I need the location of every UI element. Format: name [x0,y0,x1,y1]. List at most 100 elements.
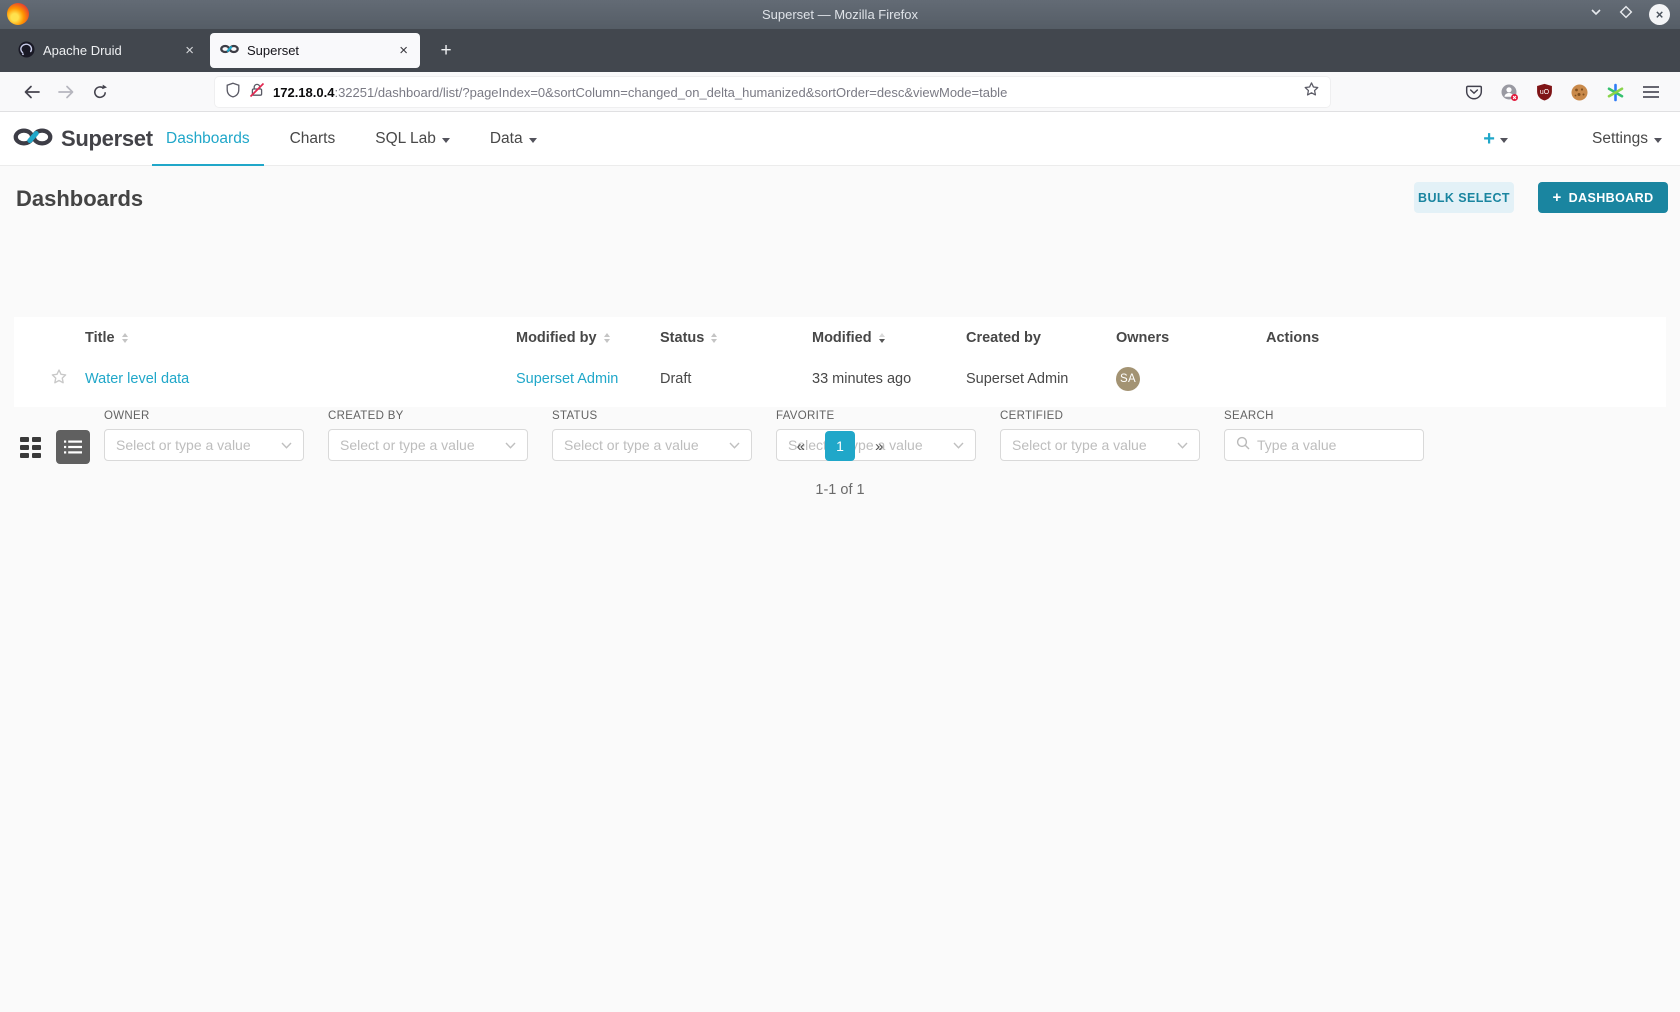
sort-desc-icon [879,333,885,343]
pagination: « 1 » [0,431,1680,461]
favorite-star-icon[interactable] [50,368,68,390]
table-row: Water level data Superset Admin Draft 33… [14,358,1666,400]
tab-label: Apache Druid [43,43,175,58]
caret-down-icon [1500,138,1508,143]
bulk-select-button[interactable]: BULK SELECT [1414,182,1514,213]
column-label: Owners [1116,330,1169,346]
column-header-status[interactable]: Status [660,330,812,346]
main-nav: Dashboards Charts SQL Lab Data [140,112,551,166]
tab-label: Superset [247,43,389,58]
filter-label: CERTIFIED [1000,410,1200,422]
tab-superset[interactable]: Superset × [210,33,420,68]
sort-icon [604,333,610,343]
tab-close-icon[interactable]: × [397,42,410,59]
nav-label: Charts [290,130,336,148]
column-header-actions: Actions [1266,330,1666,346]
lock-strikethrough-icon[interactable] [249,82,265,103]
filter-label: SEARCH [1224,410,1424,422]
ublock-icon[interactable]: uO [1536,83,1553,101]
nav-label: SQL Lab [375,130,436,148]
new-dashboard-button[interactable]: + DASHBOARD [1538,182,1668,213]
column-header-owners: Owners [1116,330,1266,346]
pocket-icon[interactable] [1465,83,1483,101]
column-header-created-by: Created by [966,330,1116,346]
window-title: Superset — Mozilla Firefox [0,0,1680,29]
dashboards-page: Dashboards BULK SELECT + DASHBOARD OWNER… [0,166,1680,1012]
column-label: Modified by [516,330,597,346]
nav-label: Data [490,130,523,148]
extension-asterisk-icon[interactable] [1606,83,1625,102]
window-titlebar: Superset — Mozilla Firefox × [0,0,1680,29]
column-header-modified-by[interactable]: Modified by [516,330,660,346]
page-1-button[interactable]: 1 [825,431,855,461]
shield-icon[interactable] [225,82,241,103]
nav-item-dashboards[interactable]: Dashboards [152,112,264,166]
modified-value: 33 minutes ago [812,371,966,387]
column-header-title[interactable]: Title [85,330,516,346]
plus-icon: + [1483,128,1495,151]
new-tab-button[interactable]: + [432,37,460,65]
url-path: :32251/dashboard/list/?pageIndex=0&sortC… [334,85,1007,100]
pagination-summary: 1-1 of 1 [0,482,1680,498]
reload-icon[interactable] [88,80,112,104]
owner-avatar[interactable]: SA [1116,367,1140,391]
url-text[interactable]: 172.18.0.4:32251/dashboard/list/?pageInd… [273,85,1295,100]
bookmark-star-icon[interactable] [1303,81,1320,103]
sort-icon [711,333,717,343]
status-value: Draft [660,371,812,387]
url-bar[interactable]: 172.18.0.4:32251/dashboard/list/?pageInd… [215,77,1330,107]
dashboard-title-link[interactable]: Water level data [85,371,189,387]
tab-close-icon[interactable]: × [183,42,196,59]
cookie-icon[interactable] [1570,83,1589,102]
svg-text:uO: uO [1540,89,1550,96]
next-page-button[interactable]: » [875,438,883,455]
settings-menu[interactable]: Settings [1592,130,1662,148]
created-by-value: Superset Admin [966,371,1116,387]
nav-item-charts[interactable]: Charts [276,112,350,166]
profile-blocked-icon[interactable] [1500,83,1519,102]
app-navbar: Superset Dashboards Charts SQL Lab Data … [0,112,1680,166]
nav-label: Dashboards [166,130,250,148]
browser-toolbar: 172.18.0.4:32251/dashboard/list/?pageInd… [0,72,1680,112]
minimize-icon[interactable] [1589,5,1603,24]
nav-item-data[interactable]: Data [476,112,551,166]
caret-down-icon [442,138,450,143]
druid-favicon-icon [18,41,35,61]
forward-icon[interactable] [54,80,78,104]
column-label: Created by [966,330,1041,346]
plus-icon: + [1552,189,1561,206]
column-label: Title [85,330,115,346]
new-dashboard-label: DASHBOARD [1569,191,1654,205]
menu-icon[interactable] [1642,84,1660,100]
back-icon[interactable] [20,80,44,104]
caret-down-icon [529,138,537,143]
settings-label: Settings [1592,130,1648,148]
dashboards-table: Title Modified by Status Modified Create… [14,317,1666,407]
sort-icon [122,333,128,343]
maximize-icon[interactable] [1619,5,1633,24]
table-header-row: Title Modified by Status Modified Create… [14,317,1666,358]
modified-by-link[interactable]: Superset Admin [516,371,618,387]
nav-item-sql-lab[interactable]: SQL Lab [361,112,464,166]
tab-apache-druid[interactable]: Apache Druid × [8,29,206,72]
filter-label: FAVORITE [776,410,976,422]
superset-favicon-icon [220,43,239,58]
browser-window: Superset — Mozilla Firefox × Apache Drui… [0,0,1680,1012]
filter-label: STATUS [552,410,752,422]
filter-label: CREATED BY [328,410,528,422]
brand-name: Superset [61,126,153,152]
superset-logo-icon [13,125,53,154]
column-label: Status [660,330,704,346]
column-label: Actions [1266,330,1319,346]
column-header-modified[interactable]: Modified [812,330,966,346]
new-item-menu[interactable]: + [1483,128,1508,151]
column-label: Modified [812,330,872,346]
page-title: Dashboards [16,186,143,212]
prev-page-button[interactable]: « [797,438,805,455]
tab-strip: Apache Druid × Superset × + [0,29,1680,72]
brand[interactable]: Superset [13,112,153,166]
url-domain: 172.18.0.4 [273,85,334,100]
close-icon[interactable]: × [1649,4,1670,25]
caret-down-icon [1654,138,1662,143]
filter-label: OWNER [104,410,304,422]
